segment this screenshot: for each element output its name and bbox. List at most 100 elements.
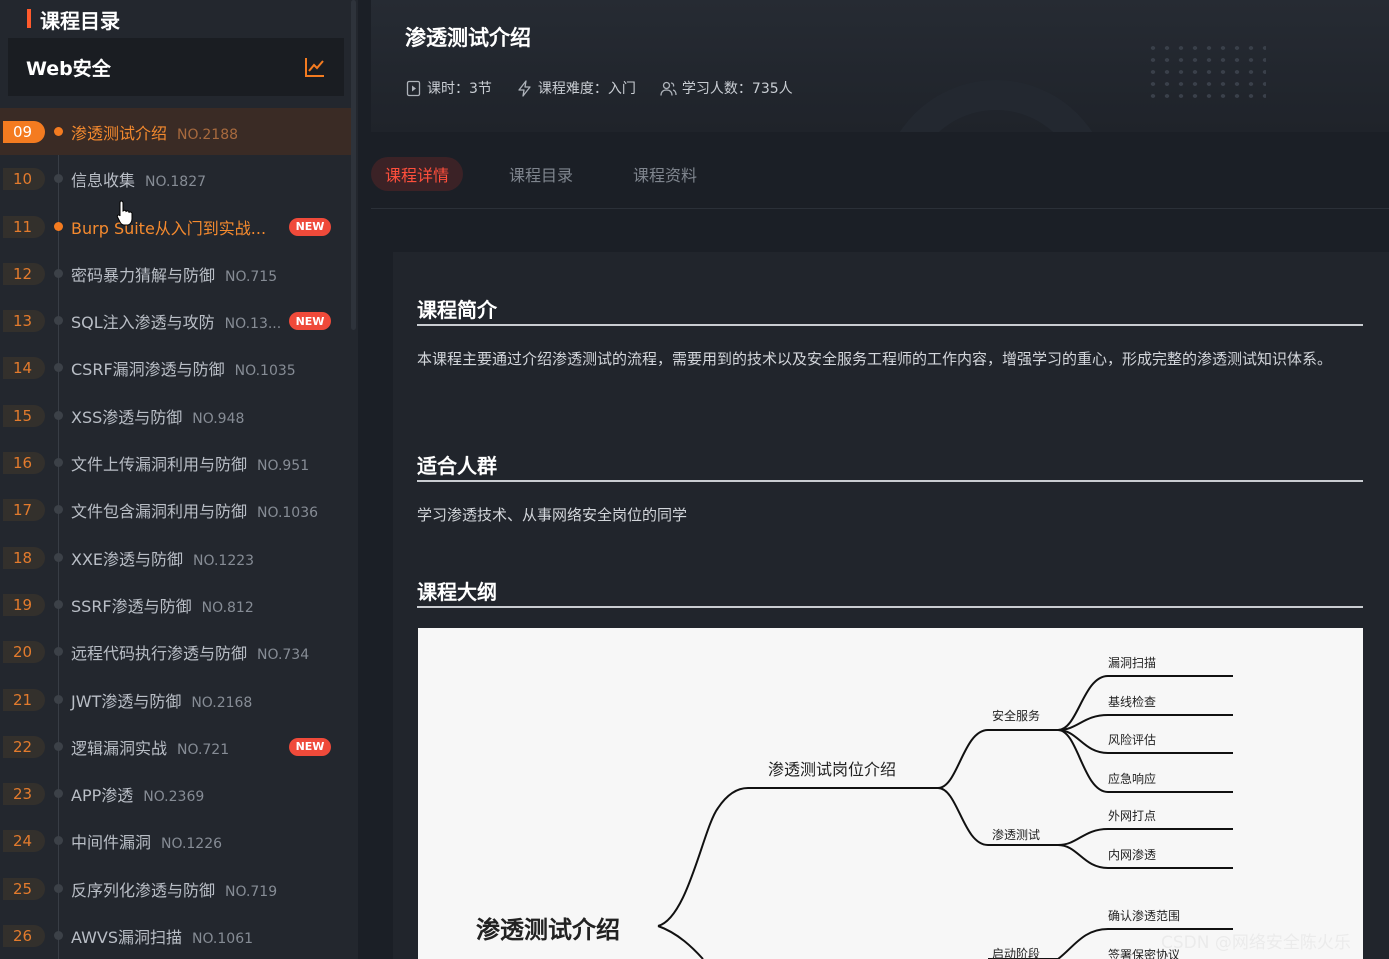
lesson-dot-icon: [54, 316, 63, 326]
mindmap-leaf-external: 外网打点: [1108, 809, 1157, 823]
lesson-dot-icon: [54, 268, 63, 278]
lesson-dot-icon: [54, 694, 63, 704]
users-icon: [660, 81, 677, 96]
lesson-item[interactable]: 23 APP渗透 NO.2369: [0, 770, 351, 817]
new-badge: NEW: [289, 737, 331, 756]
tab-course-materials[interactable]: 课程资料: [619, 157, 711, 191]
lesson-number: 25: [3, 877, 45, 900]
lesson-code: NO.2168: [191, 694, 253, 711]
lesson-item[interactable]: 12 密码暴力猜解与防御 NO.715: [0, 250, 351, 297]
line-chart-icon[interactable]: [304, 56, 326, 78]
lesson-item[interactable]: 14 CSRF漏洞渗透与防御 NO.1035: [0, 344, 351, 391]
lesson-code: NO.1827: [145, 174, 207, 191]
lesson-code: NO.715: [225, 268, 278, 285]
course-name: Web安全: [26, 57, 111, 80]
lesson-number: 13: [3, 310, 45, 333]
lesson-code: NO.13...: [224, 316, 282, 333]
lesson-dot-icon: [54, 931, 63, 941]
lesson-title-text: CSRF漏洞渗透与防御: [71, 360, 225, 380]
lesson-item[interactable]: 22 逻辑漏洞实战 NO.721 NEW: [0, 723, 351, 770]
lesson-number: 26: [3, 925, 45, 948]
lesson-number: 21: [3, 688, 45, 711]
mindmap-leaf-risk: 风险评估: [1108, 733, 1157, 747]
lesson-number: 17: [3, 499, 45, 522]
lesson-title: Burp Suite从入门到实战...: [71, 215, 266, 239]
lesson-title-text: SQL注入渗透与攻防: [71, 313, 215, 333]
intro-text: 本课程主要通过介绍渗透测试的流程，需要用到的技术以及安全服务工程师的工作内容，增…: [417, 350, 1333, 368]
lesson-code: NO.734: [257, 647, 310, 664]
csdn-watermark: CSDN @网络安全陈火乐: [1161, 933, 1351, 953]
lesson-dot-icon: [54, 410, 63, 420]
lesson-code: NO.1036: [257, 505, 319, 522]
lesson-title-text: AWVS漏洞扫描: [71, 928, 182, 948]
lesson-item[interactable]: 15 XSS渗透与防御 NO.948: [0, 392, 351, 439]
lesson-number: 20: [3, 641, 45, 664]
intro-divider: [417, 324, 1363, 326]
lesson-number: 22: [3, 735, 45, 758]
lesson-title-text: 渗透测试介绍: [71, 124, 168, 143]
lesson-dot-icon: [54, 883, 63, 893]
lesson-item[interactable]: 20 远程代码执行渗透与防御 NO.734: [0, 628, 351, 675]
lesson-code: NO.719: [225, 883, 278, 900]
lesson-list: 09 渗透测试介绍 NO.2188 10 信息收集 NO.1827 11 Burp Suite…: [0, 108, 351, 959]
course-header: 渗透测试介绍 课时：3节 课程难度：入门 学习人数：735人: [371, 0, 1389, 132]
lesson-item[interactable]: 26 AWVS漏洞扫描 NO.1061: [0, 912, 351, 959]
lesson-item[interactable]: 17 文件包含漏洞利用与防御 NO.1036: [0, 486, 351, 533]
lesson-title-text: 信息收集: [71, 171, 136, 191]
lesson-number: 15: [3, 404, 45, 427]
new-badge: NEW: [289, 312, 331, 331]
lesson-item[interactable]: 16 文件上传漏洞利用与防御 NO.951: [0, 439, 351, 486]
lesson-title: JWT渗透与防御 NO.2168: [71, 688, 252, 712]
lesson-title-text: XSS渗透与防御: [71, 407, 183, 427]
lesson-title: XXE渗透与防御 NO.1223: [71, 546, 254, 570]
course-title: 渗透测试介绍: [405, 26, 531, 50]
lesson-code: NO.1035: [234, 363, 296, 380]
course-detail-panel: 课程简介 本课程主要通过介绍渗透测试的流程，需要用到的技术以及安全服务工程师的工…: [393, 252, 1389, 959]
lesson-item[interactable]: 09 渗透测试介绍 NO.2188: [0, 108, 351, 156]
lesson-dot-icon: [54, 836, 63, 846]
lesson-code: NO.951: [257, 458, 310, 475]
meta-difficulty-text: 课程难度：入门: [537, 81, 636, 97]
outline-divider: [417, 606, 1363, 608]
mindmap-sub-pentest: 渗透测试: [992, 828, 1041, 842]
lesson-item[interactable]: 13 SQL注入渗透与攻防 NO.13... NEW: [0, 297, 351, 344]
sidebar-scrollbar[interactable]: [351, 0, 356, 330]
lesson-number: 23: [3, 783, 45, 806]
lesson-title: 密码暴力猜解与防御 NO.715: [71, 262, 277, 286]
lesson-title-text: 远程代码执行渗透与防御: [71, 644, 248, 664]
meta-hours-text: 课时：3节: [427, 81, 492, 97]
lesson-code: NO.948: [192, 410, 245, 427]
tab-course-details[interactable]: 课程详情: [371, 157, 464, 191]
tab-course-catalog[interactable]: 课程目录: [495, 157, 587, 191]
lesson-title-text: 文件上传漏洞利用与防御: [71, 455, 248, 475]
course-sidebar: 课程目录 Web安全 09 渗透测试介绍 NO.2188 10 信息收集 NO.1827 1…: [0, 0, 358, 959]
mindmap-leaf-baseline: 基线检查: [1108, 695, 1157, 709]
lesson-title: 中间件漏洞 NO.1226: [71, 829, 222, 853]
lesson-hours-icon: [406, 80, 421, 96]
lesson-dot-icon: [54, 221, 63, 231]
lesson-title: 反序列化渗透与防御 NO.719: [71, 877, 277, 901]
mindmap-branch-job: 渗透测试岗位介绍: [768, 760, 897, 779]
lesson-title-text: 文件包含漏洞利用与防御: [71, 502, 248, 522]
lesson-item[interactable]: 25 反序列化渗透与防御 NO.719: [0, 865, 351, 912]
header-decoration-arc: [881, 80, 1111, 132]
lesson-title-text: Burp Suite从入门到实战...: [71, 218, 267, 238]
lesson-code: NO.1061: [192, 931, 254, 948]
lesson-title-text: 中间件漏洞: [71, 833, 152, 853]
course-selector[interactable]: Web安全: [8, 38, 344, 96]
lesson-number: 18: [3, 546, 45, 569]
lesson-dot-icon: [54, 599, 63, 609]
lesson-dot-icon: [54, 458, 63, 468]
lesson-item[interactable]: 21 JWT渗透与防御 NO.2168: [0, 676, 351, 723]
lightning-icon: [518, 79, 531, 97]
lesson-item[interactable]: 10 信息收集 NO.1827: [0, 155, 351, 202]
lesson-item[interactable]: 11 Burp Suite从入门到实战... NEW: [0, 203, 351, 250]
lesson-number: 16: [3, 452, 45, 475]
meta-difficulty: 课程难度：入门: [516, 78, 636, 98]
lesson-item[interactable]: 18 XXE渗透与防御 NO.1223: [0, 534, 351, 581]
meta-learners: 学习人数：735人: [660, 78, 793, 98]
lesson-item[interactable]: 24 中间件漏洞 NO.1226: [0, 817, 351, 864]
lesson-item[interactable]: 19 SSRF渗透与防御 NO.812: [0, 581, 351, 628]
header-decoration-dots: [1146, 42, 1266, 102]
lesson-dot-icon: [54, 505, 63, 515]
